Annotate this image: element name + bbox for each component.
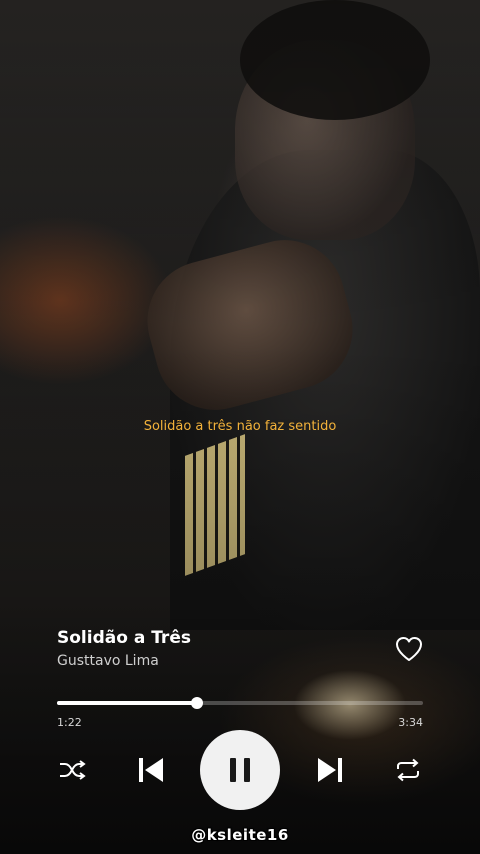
total-time: 3:34	[398, 716, 423, 729]
track-artist[interactable]: Gusttavo Lima	[57, 653, 159, 669]
heart-outline-icon[interactable]	[395, 636, 423, 662]
progress-fill	[57, 701, 198, 705]
pause-icon	[230, 758, 250, 782]
progress-bar[interactable]	[57, 697, 423, 709]
shuffle-icon[interactable]	[58, 758, 86, 782]
skip-next-icon[interactable]	[316, 755, 344, 785]
track-title: Solidão a Três	[57, 628, 191, 648]
elapsed-time: 1:22	[57, 716, 82, 729]
repeat-icon[interactable]	[394, 757, 422, 783]
lyric-line: Solidão a três não faz sentido	[143, 419, 337, 434]
watermark-handle: @ksleite16	[191, 826, 289, 844]
skip-previous-icon[interactable]	[137, 755, 165, 785]
pause-button[interactable]	[200, 730, 280, 810]
